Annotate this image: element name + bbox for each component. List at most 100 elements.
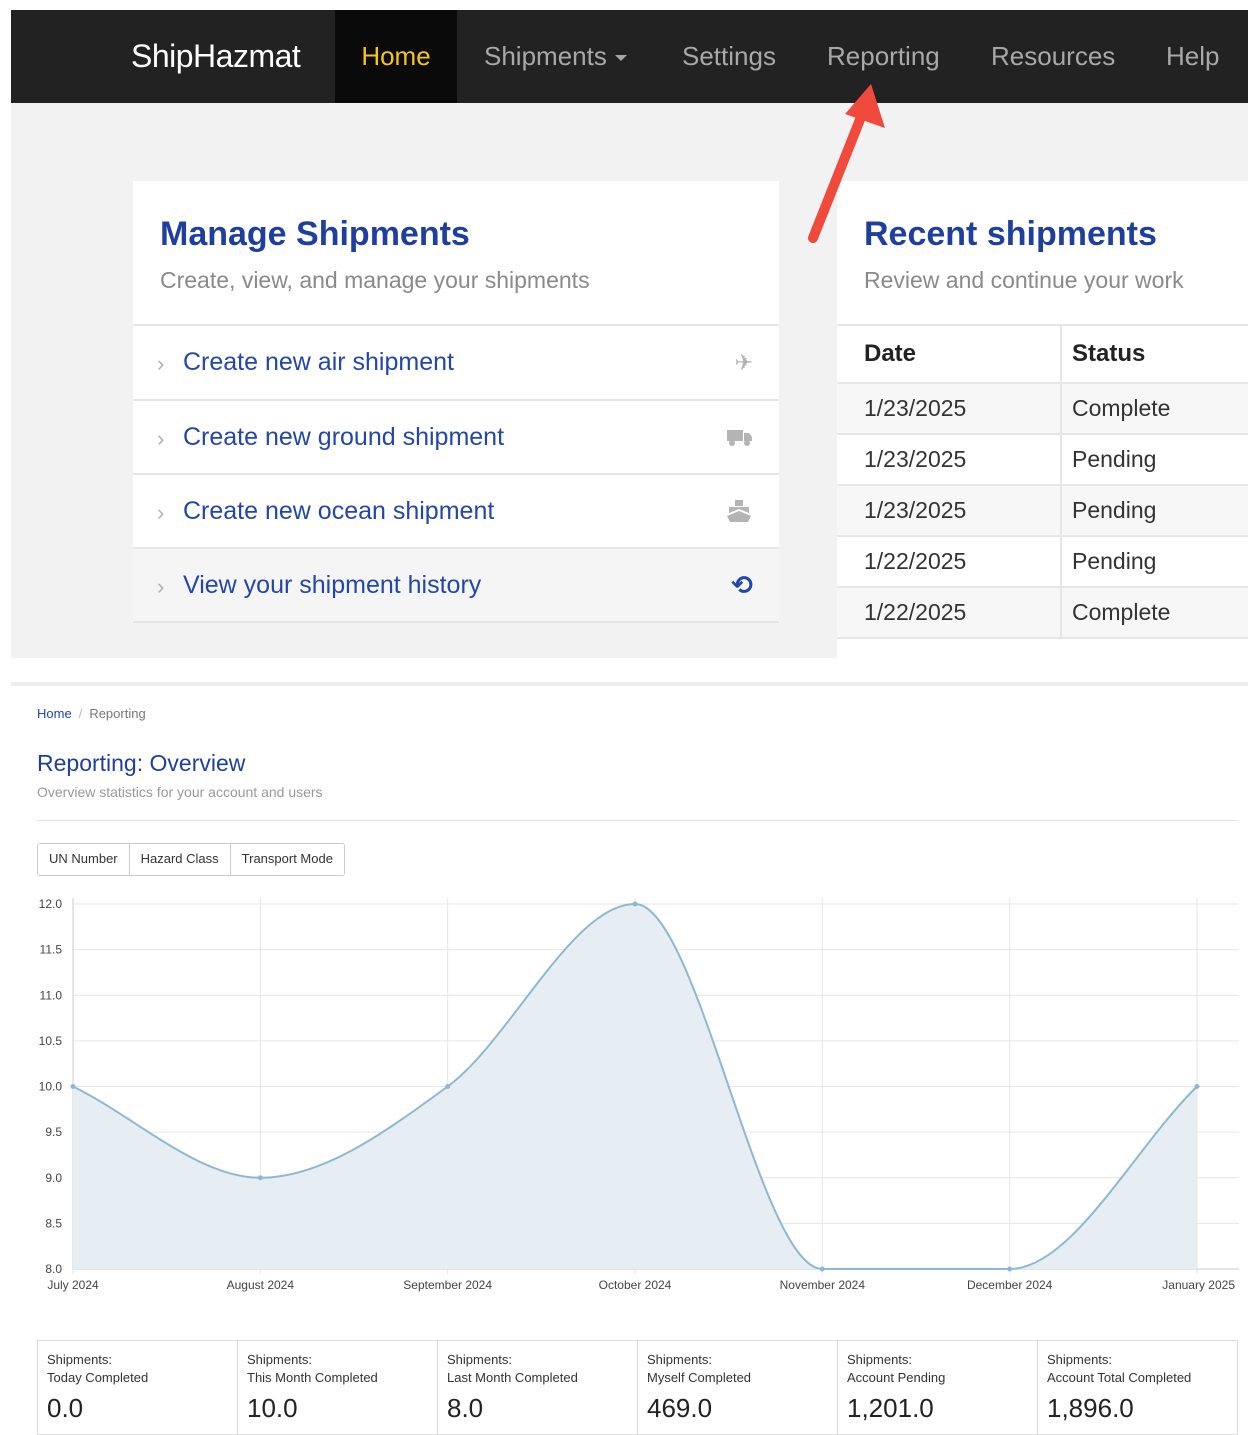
date-cell: 1/22/2025 <box>837 536 1061 588</box>
y-tick-label: 10.5 <box>39 1034 63 1048</box>
y-tick-label: 11.5 <box>40 943 63 957</box>
nav-settings[interactable]: Settings <box>682 10 776 103</box>
y-tick-label: 9.0 <box>45 1171 62 1185</box>
stat-value: 1,201.0 <box>847 1393 934 1423</box>
y-tick-label: 8.5 <box>45 1216 62 1230</box>
x-tick-label: October 2024 <box>599 1278 672 1292</box>
shipments-area-chart: 12.0 11.5 11.0 10.5 10.0 9.5 9.0 8.5 8.0 July 202… <box>39 897 1239 1292</box>
hazard-class-button[interactable]: Hazard Class <box>129 844 231 875</box>
plane-icon: ✈ <box>734 350 753 375</box>
table-header-row: Date Status <box>837 324 1248 384</box>
y-tick-label: 12.0 <box>39 897 63 911</box>
x-tick-label: January 2025 <box>1162 1278 1235 1292</box>
ship-icon <box>725 498 753 530</box>
x-tick-label: December 2024 <box>967 1278 1053 1292</box>
x-tick-label: September 2024 <box>403 1278 492 1292</box>
history-icon: ⟲ <box>731 570 753 600</box>
data-point <box>1007 1266 1013 1272</box>
stat-label: Shipments: <box>847 1352 913 1367</box>
brand-logo[interactable]: ShipHazmat <box>131 10 301 103</box>
recent-shipments-table: Date Status 1/23/2025 Complete 1/23/2025 P… <box>837 324 1248 639</box>
breadcrumb-current: Reporting <box>89 706 146 721</box>
stat-label: Shipments: <box>1047 1352 1113 1367</box>
annotation-arrow-icon <box>808 84 885 243</box>
data-point <box>632 901 638 907</box>
x-tick-label: November 2024 <box>780 1278 866 1292</box>
stats-bar: Shipments: Today Completed 0.0 Shipments… <box>37 1340 1238 1435</box>
breadcrumb: Home / Reporting <box>37 706 146 721</box>
breadcrumb-home-link[interactable]: Home <box>37 706 72 721</box>
stat-account-total-completed: Shipments: Account Total Completed 1,896… <box>1038 1341 1237 1434</box>
stat-label: Account Pending <box>847 1370 946 1385</box>
table-row[interactable]: 1/23/2025 Pending <box>837 485 1248 537</box>
date-cell: 1/22/2025 <box>837 587 1061 639</box>
nav-home[interactable]: Home <box>335 10 457 103</box>
data-point <box>1194 1084 1200 1089</box>
stat-label: Shipments: <box>447 1352 513 1367</box>
link-label: Create new ocean shipment <box>183 497 495 525</box>
report-filter-button-group: UN Number Hazard Class Transport Mode <box>37 843 345 876</box>
stat-label: This Month Completed <box>247 1370 378 1385</box>
stat-value: 0.0 <box>47 1393 84 1423</box>
transport-mode-button[interactable]: Transport Mode <box>230 844 344 875</box>
un-number-button[interactable]: UN Number <box>38 844 130 875</box>
create-ocean-shipment-link[interactable]: › Create new ocean shipment <box>133 473 779 547</box>
y-tick-label: 8.0 <box>45 1262 62 1276</box>
status-cell: Complete <box>1060 383 1248 435</box>
status-cell: Pending <box>1060 485 1248 537</box>
create-air-shipment-link[interactable]: › Create new air shipment ✈ <box>133 324 779 399</box>
stat-last-month-completed: Shipments: Last Month Completed 8.0 <box>438 1341 638 1434</box>
page-title: Reporting: Overview <box>37 750 246 776</box>
stat-value: 10.0 <box>247 1393 298 1423</box>
x-tick-label: July 2024 <box>47 1278 99 1292</box>
caret-down-icon <box>614 55 627 62</box>
nav-resources[interactable]: Resources <box>991 10 1115 103</box>
link-label: View your shipment history <box>183 571 482 599</box>
date-cell: 1/23/2025 <box>837 434 1061 486</box>
stat-label: Last Month Completed <box>447 1370 578 1385</box>
stat-label: Shipments: <box>647 1352 713 1367</box>
column-header-date: Date <box>837 324 1061 384</box>
home-screenshot: ShipHazmat Home Shipments Settings Repor… <box>11 10 1248 658</box>
table-row[interactable]: 1/23/2025 Complete <box>837 383 1248 435</box>
manage-shipments-panel: Manage Shipments Create, view, and manag… <box>133 181 779 623</box>
divider <box>37 820 1238 821</box>
date-cell: 1/23/2025 <box>837 383 1061 435</box>
y-tick-label: 9.5 <box>45 1125 62 1139</box>
breadcrumb-separator: / <box>78 706 83 721</box>
status-cell: Pending <box>1060 536 1248 588</box>
stat-label: Myself Completed <box>647 1370 752 1385</box>
page-subtitle: Overview statistics for your account and… <box>37 784 323 800</box>
data-point <box>70 1084 76 1089</box>
chevron-right-icon: › <box>157 574 165 599</box>
recent-shipments-panel: Recent shipments Review and continue you… <box>837 181 1248 658</box>
status-cell: Pending <box>1060 434 1248 486</box>
data-point <box>445 1084 451 1089</box>
table-row[interactable]: 1/23/2025 Pending <box>837 434 1248 486</box>
view-shipment-history-link[interactable]: › View your shipment history ⟲ <box>133 547 779 621</box>
nav-help[interactable]: Help <box>1166 10 1219 103</box>
table-row[interactable]: 1/22/2025 Pending <box>837 536 1248 588</box>
link-label: Create new air shipment <box>183 348 454 376</box>
chevron-right-icon: › <box>157 426 165 451</box>
manage-shipments-title: Manage Shipments <box>160 215 470 253</box>
stat-account-pending: Shipments: Account Pending 1,201.0 <box>838 1341 1038 1434</box>
stat-label: Today Completed <box>47 1370 149 1385</box>
status-cell: Complete <box>1060 587 1248 639</box>
create-ground-shipment-link[interactable]: › Create new ground shipment <box>133 399 779 473</box>
table-row[interactable]: 1/22/2025 Complete <box>837 587 1248 639</box>
truck-icon <box>727 427 753 453</box>
nav-shipments[interactable]: Shipments <box>484 10 627 103</box>
nav-shipments-label: Shipments <box>484 41 607 71</box>
stat-this-month-completed: Shipments: This Month Completed 10.0 <box>238 1341 438 1434</box>
stat-value: 1,896.0 <box>1047 1393 1134 1423</box>
top-navbar: ShipHazmat Home Shipments Settings Repor… <box>11 10 1248 103</box>
recent-shipments-subtitle: Review and continue your work <box>864 267 1184 293</box>
data-point <box>819 1266 825 1272</box>
stat-today-completed: Shipments: Today Completed 0.0 <box>38 1341 238 1434</box>
reporting-screenshot: Home / Reporting Reporting: Overview Overv… <box>11 682 1248 1435</box>
y-tick-label: 10.0 <box>39 1080 63 1094</box>
y-tick-label: 11.0 <box>40 988 63 1002</box>
stat-myself-completed: Shipments: Myself Completed 469.0 <box>638 1341 838 1434</box>
column-header-status: Status <box>1060 324 1248 384</box>
